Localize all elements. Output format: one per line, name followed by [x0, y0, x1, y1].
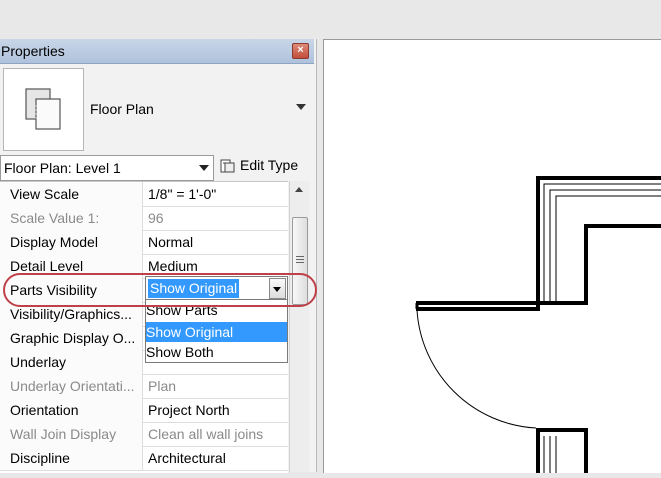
property-value: 96: [148, 210, 164, 226]
property-name: Orientation: [0, 398, 143, 422]
property-row[interactable]: Orientation Project North: [0, 398, 288, 423]
property-name: Graphic Display O...: [0, 326, 143, 350]
properties-scrollbar[interactable]: [289, 181, 309, 472]
property-name: Detail Level: [0, 254, 143, 278]
property-name: Visibility/Graphics...: [0, 302, 143, 326]
instance-filter-dropdown[interactable]: Floor Plan: Level 1: [0, 155, 214, 181]
property-row: Scale Value 1: 96: [0, 206, 288, 231]
properties-palette: Properties × Floor Plan Floor Plan: Leve…: [0, 39, 317, 473]
properties-titlebar[interactable]: Properties ×: [0, 39, 314, 64]
property-value[interactable]: Medium: [144, 254, 290, 278]
type-dropdown-arrow-icon[interactable]: [296, 104, 306, 110]
instance-filter-value: Floor Plan: Level 1: [4, 160, 121, 176]
property-name: Display Model: [0, 230, 143, 254]
chevron-down-icon[interactable]: [195, 156, 213, 180]
edit-type-label: Edit Type: [240, 157, 299, 173]
option-show-parts[interactable]: Show Parts: [146, 300, 287, 320]
parts-visibility-options: Show Parts Show Original Show Both: [145, 299, 288, 363]
property-row[interactable]: Discipline Architectural: [0, 446, 288, 471]
close-icon[interactable]: ×: [292, 43, 309, 59]
property-value[interactable]: Project North: [144, 398, 290, 422]
scroll-up-icon[interactable]: [295, 187, 303, 192]
property-row: Underlay Orientati... Plan: [0, 374, 288, 399]
property-value: Plan: [148, 378, 177, 394]
property-name: Discipline: [0, 446, 143, 470]
property-value[interactable]: 1/8" = 1'-0": [144, 182, 290, 206]
floor-plan-drawing: [415, 176, 661, 473]
property-name: Parts Visibility: [0, 278, 143, 302]
property-value[interactable]: Architectural: [144, 446, 290, 470]
drawing-canvas[interactable]: [323, 39, 661, 473]
parts-visibility-selected: Show Original: [148, 279, 240, 298]
type-selector[interactable]: Floor Plan: [0, 64, 314, 166]
chevron-down-icon[interactable]: [269, 278, 286, 299]
property-value[interactable]: Normal: [144, 230, 290, 254]
property-name: Underlay Orientati...: [0, 374, 143, 398]
floor-plan-icon: [3, 68, 84, 151]
ribbon-area: [0, 0, 661, 38]
property-row[interactable]: Display Model Normal: [0, 230, 288, 255]
property-value: Clean all wall joins: [148, 426, 264, 442]
edit-type-icon: [220, 158, 235, 173]
property-name: Underlay: [0, 350, 143, 374]
property-row: Wall Join Display Clean all wall joins: [0, 422, 288, 447]
property-name: Scale Value 1:: [0, 206, 143, 230]
property-name: View Scale: [0, 182, 143, 206]
type-name: Floor Plan: [90, 101, 154, 117]
properties-title: Properties: [1, 43, 65, 59]
property-name: Wall Join Display: [0, 422, 143, 446]
option-show-both[interactable]: Show Both: [146, 342, 287, 362]
edit-type-button[interactable]: Edit Type: [218, 156, 306, 178]
property-row[interactable]: View Scale 1/8" = 1'-0": [0, 182, 288, 207]
option-show-original[interactable]: Show Original: [146, 322, 287, 342]
scroll-thumb[interactable]: [292, 217, 308, 305]
parts-visibility-dropdown[interactable]: Show Original: [145, 276, 288, 301]
